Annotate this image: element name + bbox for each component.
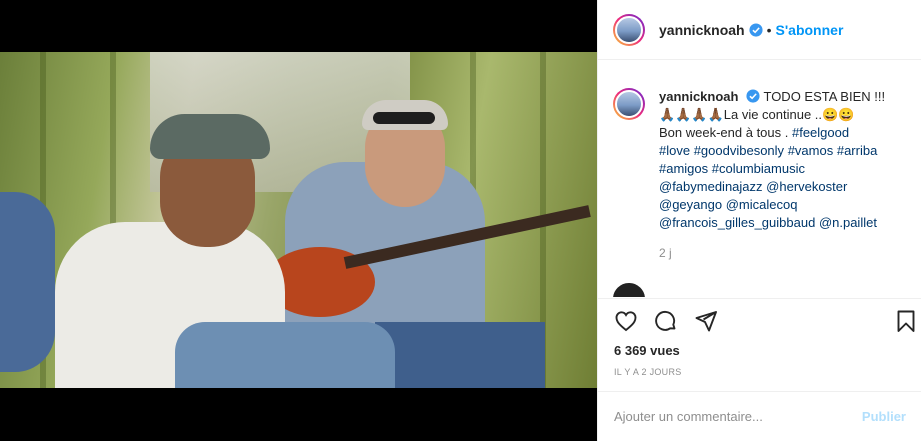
paper-plane-icon[interactable]	[694, 309, 718, 333]
post-video[interactable]	[0, 52, 597, 388]
hashtag-link[interactable]: #vamos	[788, 143, 834, 158]
hashtag-link[interactable]: #goodvibesonly	[694, 143, 784, 158]
caption-text: yannicknoah TODO ESTA BIEN !!! 🙏🏾🙏🏾🙏🏾🙏🏾L…	[659, 88, 909, 262]
next-comment-peek	[613, 283, 913, 297]
mention-link[interactable]: @micalecoq	[726, 197, 798, 212]
comment-input[interactable]	[614, 409, 854, 424]
mention-link[interactable]: @geyango	[659, 197, 722, 212]
post-timestamp[interactable]: IL Y A 2 JOURS	[614, 367, 682, 377]
caption-username[interactable]: yannicknoah	[659, 89, 738, 104]
bookmark-icon[interactable]	[894, 309, 918, 333]
comment-form: Publier	[598, 391, 921, 441]
comment-icon[interactable]	[654, 309, 678, 333]
publish-button[interactable]: Publier	[862, 409, 906, 424]
mention-link[interactable]: @francois_gilles_guibbaud	[659, 215, 815, 230]
hashtag-link[interactable]: #amigos	[659, 161, 708, 176]
separator-dot: •	[766, 21, 772, 38]
mention-link[interactable]: @fabymedinajazz	[659, 179, 763, 194]
caption-title: TODO ESTA BIEN !!!	[763, 89, 886, 104]
hashtag-link[interactable]: #love	[659, 143, 690, 158]
avatar[interactable]	[613, 13, 645, 46]
avatar[interactable]	[613, 283, 645, 297]
caption-avatar[interactable]	[613, 88, 645, 120]
action-bar	[598, 298, 921, 342]
caption: yannicknoah TODO ESTA BIEN !!! 🙏🏾🙏🏾🙏🏾🙏🏾L…	[613, 88, 913, 262]
follow-button[interactable]: S'abonner	[776, 22, 844, 38]
post-side-panel: yannicknoah • S'abonner yannicknoah TODO…	[597, 0, 921, 441]
mention-link[interactable]: @hervekoster	[766, 179, 847, 194]
hashtag-link[interactable]: #columbiamusic	[712, 161, 805, 176]
hashtag-link[interactable]: #arriba	[837, 143, 877, 158]
heart-icon[interactable]	[614, 309, 638, 333]
post-header: yannicknoah • S'abonner	[598, 0, 921, 60]
verified-badge-icon	[749, 22, 763, 37]
media-panel	[0, 0, 597, 441]
instagram-post-modal: yannicknoah • S'abonner yannicknoah TODO…	[0, 0, 921, 441]
caption-age: 2 j	[659, 246, 672, 260]
caption-line-3: Bon week-end à tous .	[659, 125, 789, 140]
mention-link[interactable]: @n.paillet	[819, 215, 877, 230]
view-count[interactable]: 6 369 vues	[614, 343, 680, 358]
username-link[interactable]: yannicknoah	[659, 22, 745, 38]
hashtag-link[interactable]: #feelgood	[792, 125, 849, 140]
caption-line-2: 🙏🏾🙏🏾🙏🏾🙏🏾La vie continue ..😀😀	[659, 107, 855, 122]
verified-badge-icon	[746, 89, 760, 103]
